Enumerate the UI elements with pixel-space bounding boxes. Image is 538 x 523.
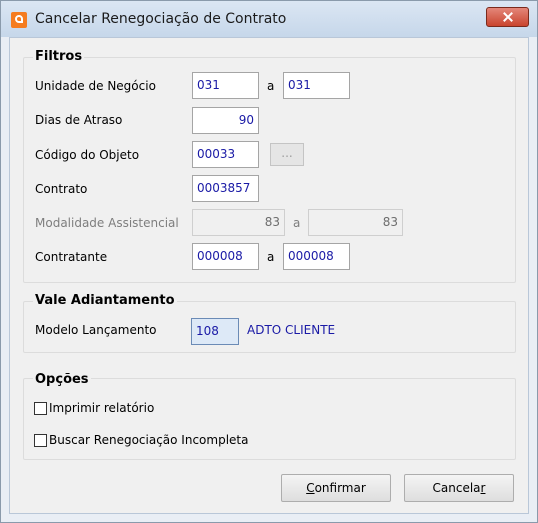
codigo-label: Código do Objeto [35,148,140,162]
modalidade-separator: a [293,216,301,230]
contratante-label: Contratante [35,250,108,264]
modalidade-to-input: 83 [308,209,403,236]
contratante-separator: a [267,250,275,264]
dialog-window: Cancelar Renegociação de Contrato Filtro… [0,0,538,523]
cancel-button[interactable]: Cancelar [404,474,514,502]
confirm-mnemonic: C [306,481,315,495]
cancel-mnemonic: r [480,481,486,495]
imprimir-checkbox[interactable]: Imprimir relatório [34,400,234,418]
unidade-to-input[interactable]: 031 [283,72,350,99]
buscar-checkbox-label[interactable]: Buscar Renegociação Incompleta [49,433,248,447]
contratante-to-input[interactable]: 000008 [283,243,350,270]
unidade-separator: a [267,79,275,93]
imprimir-checkbox-label[interactable]: Imprimir relatório [49,401,154,415]
imprimir-checkbox-box[interactable] [34,402,47,415]
opcoes-title: Opções [33,372,91,387]
close-button[interactable] [486,7,529,27]
cancel-label: Cancela [432,481,481,495]
title-bar: Cancelar Renegociação de Contrato [1,1,537,37]
confirm-button[interactable]: Confirmar [281,474,391,502]
filtros-title: Filtros [33,49,85,64]
dias-label: Dias de Atraso [35,113,123,127]
dialog-body: Filtros Unidade de Negócio 031 a 031 Dia… [9,37,529,514]
unidade-from-input[interactable]: 031 [192,72,259,99]
codigo-lookup-button[interactable]: ... [270,143,304,166]
vale-title: Vale Adiantamento [33,293,177,308]
dias-input[interactable]: 90 [192,107,259,134]
confirm-label: onfirmar [314,481,366,495]
contratante-from-input[interactable]: 000008 [192,243,259,270]
contrato-label: Contrato [35,182,88,196]
buscar-checkbox[interactable]: Buscar Renegociação Incompleta [34,432,294,450]
window-title: Cancelar Renegociação de Contrato [35,11,287,27]
buscar-checkbox-box[interactable] [34,434,47,447]
modelo-description: ADTO CLIENTE [247,323,336,337]
unidade-label: Unidade de Negócio [35,79,156,93]
modalidade-from-input: 83 [192,209,285,236]
app-icon [11,12,27,28]
codigo-input[interactable]: 00033 [192,141,259,168]
modelo-label: Modelo Lançamento [35,323,157,337]
contrato-input[interactable]: 0003857 [192,175,259,202]
modalidade-label: Modalidade Assistencial [35,216,179,230]
modelo-code-input[interactable]: 108 [191,318,239,345]
